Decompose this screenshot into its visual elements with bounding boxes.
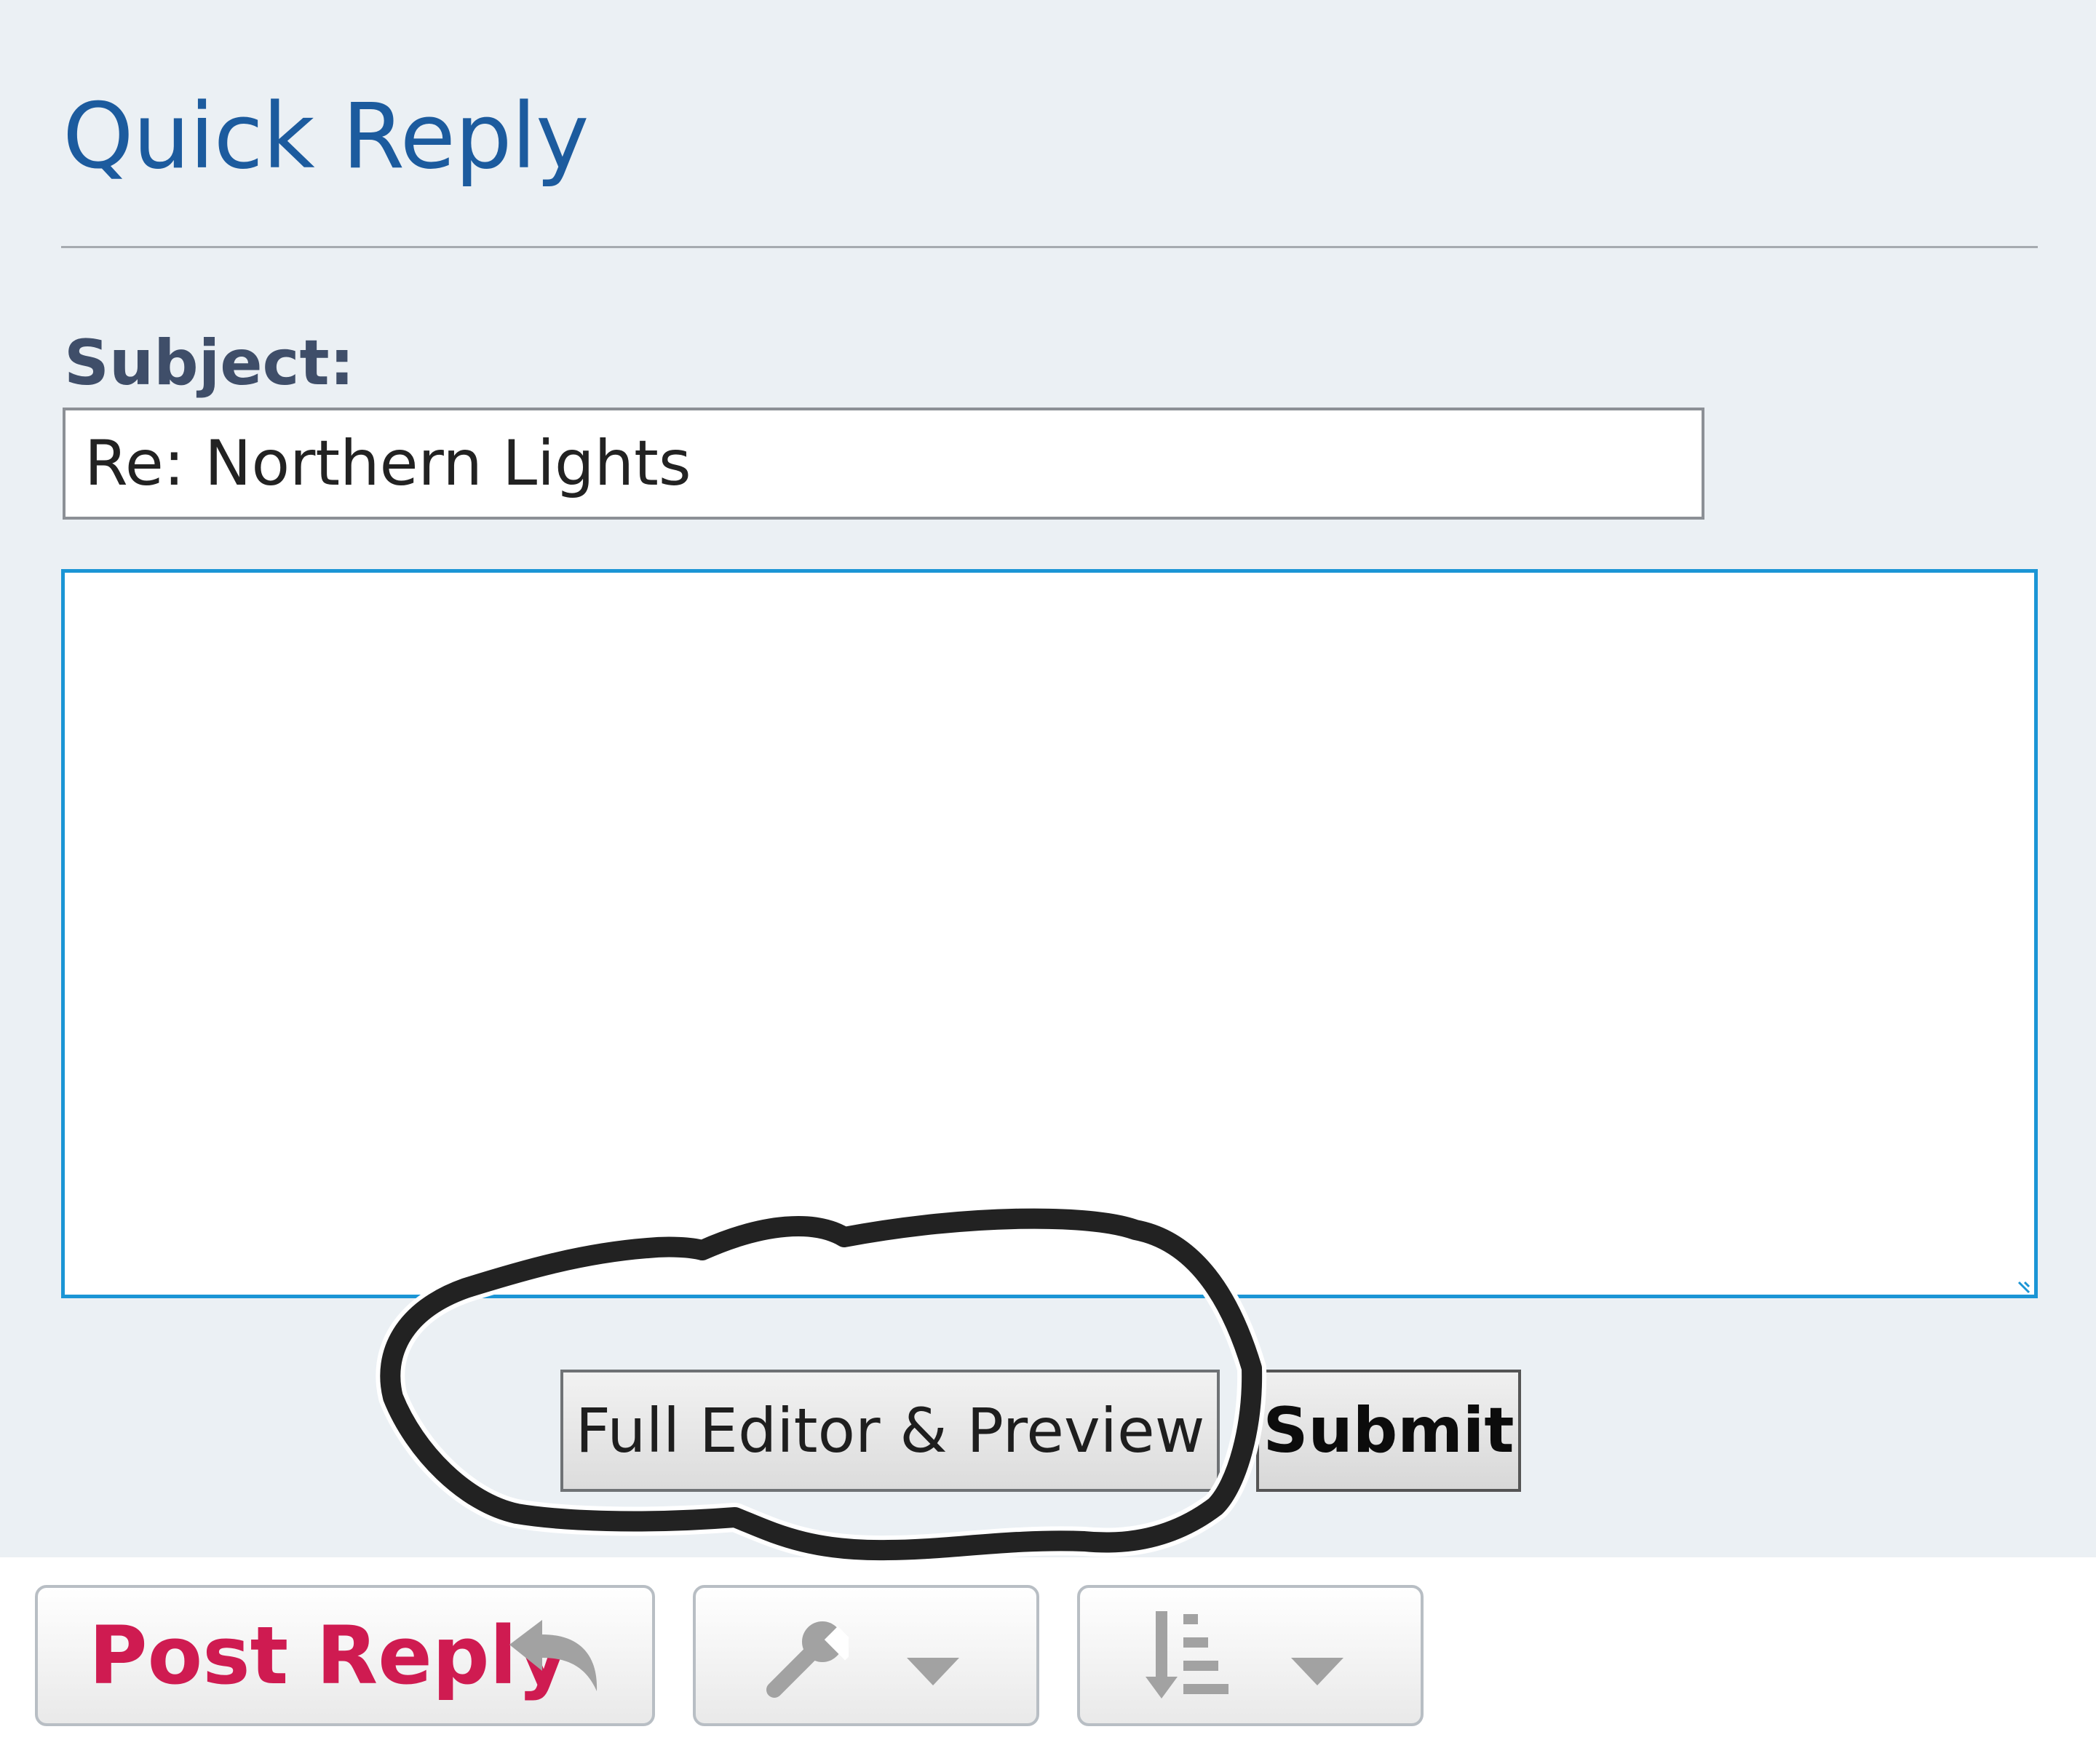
caret-down-icon xyxy=(1291,1658,1343,1685)
tools-menu-button[interactable] xyxy=(693,1585,1039,1726)
submit-button[interactable]: Submit xyxy=(1256,1370,1521,1492)
resize-grip-icon[interactable] xyxy=(2016,1278,2032,1294)
page-title: Quick Reply xyxy=(63,84,589,189)
post-reply-button[interactable]: Post Reply xyxy=(35,1585,655,1726)
sort-order-icon xyxy=(1146,1611,1228,1699)
title-divider xyxy=(61,246,2038,248)
full-editor-preview-button[interactable]: Full Editor & Preview xyxy=(560,1370,1220,1492)
caret-down-icon xyxy=(907,1658,959,1685)
wrench-icon xyxy=(766,1621,849,1698)
post-reply-label: Post Reply xyxy=(89,1609,569,1702)
reply-arrow-icon xyxy=(509,1620,598,1691)
subject-label: Subject: xyxy=(64,327,355,400)
message-textarea[interactable] xyxy=(61,569,2038,1298)
sort-order-button[interactable] xyxy=(1077,1585,1424,1726)
subject-input[interactable] xyxy=(63,408,1704,520)
